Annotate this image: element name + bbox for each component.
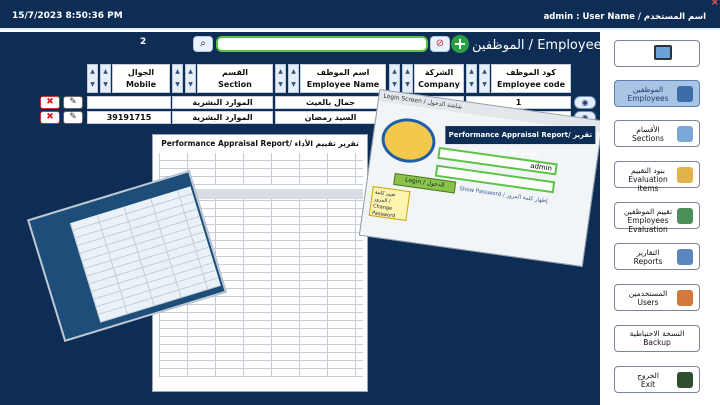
checklist-icon [677, 167, 693, 183]
sort-button[interactable]: ▲ ▼ [100, 64, 111, 93]
sort-button[interactable]: ▲ ▼ [288, 64, 299, 93]
sidebar: الموظفين Employees الأقسام Sections بنود ا… [600, 32, 720, 405]
evaluation-icon [677, 208, 693, 224]
cell-section: الموارد البشرية [172, 96, 273, 109]
sort-button[interactable]: ▲ ▼ [402, 64, 413, 93]
sidebar-item-exit[interactable]: الخروج Exit [614, 366, 700, 393]
sort-button[interactable]: ▲ ▼ [479, 64, 490, 93]
edit-button[interactable]: ✎ [63, 96, 83, 109]
column-header-employee-name[interactable]: اسم الموظف Employee Name [300, 64, 386, 93]
sidebar-item-evaluation-items[interactable]: بنود التقييم Evaluation items [614, 161, 700, 193]
user-name-label: admin : User Name / اسم المستخدم [543, 12, 706, 22]
delete-button[interactable]: ✖ [40, 96, 60, 109]
sort-button[interactable]: ▲ ▼ [275, 64, 286, 93]
sort-button[interactable]: ▲ ▼ [185, 64, 196, 93]
cell-section: الموارد البشرية [172, 111, 273, 124]
login-title: Performance Appraisal Report/ تقرير تقيي… [445, 126, 596, 157]
sort-button[interactable]: ▲ ▼ [389, 64, 400, 93]
search-icon: ⌕ [200, 38, 206, 49]
sort-button[interactable]: ▲ ▼ [466, 64, 477, 93]
cell-employee-name: السيد رمضان [275, 111, 386, 124]
sidebar-item-reports[interactable]: التقارير Reports [614, 243, 700, 270]
handshake-icon [378, 115, 439, 167]
column-header-section[interactable]: القسم Section [197, 64, 273, 93]
employee-icon [677, 86, 693, 102]
sections-icon [677, 126, 693, 142]
clear-icon: ⊘ [435, 38, 445, 49]
eye-icon: ◉ [581, 98, 589, 107]
page-title: الموظفين / Employees [472, 38, 609, 53]
title-bar: 15/7/2023 8:50:36 PM admin : User Name /… [0, 0, 720, 30]
sort-button[interactable]: ▲ ▼ [172, 64, 183, 93]
change-password-button[interactable]: تغيير كلمة المرور / Change Password [368, 186, 411, 222]
datetime-label: 15/7/2023 8:50:36 PM [12, 11, 123, 21]
close-icon[interactable]: × [711, 0, 719, 8]
sidebar-item-dashboard[interactable] [614, 40, 700, 67]
search-button[interactable]: ⌕ [193, 36, 213, 52]
clear-search-button[interactable]: ⊘ [430, 36, 450, 52]
cell-mobile [87, 96, 171, 109]
cell-employee-name: جمال بالغيث [275, 96, 386, 109]
add-employee-button[interactable]: + [451, 35, 469, 53]
sidebar-item-employees[interactable]: الموظفين Employees [614, 80, 700, 107]
column-header-company[interactable]: الشركة Company [414, 64, 464, 93]
view-button[interactable]: ◉ [574, 96, 596, 109]
sort-button[interactable]: ▲ ▼ [87, 64, 98, 93]
login-screen-preview: Login Screen / شاشة الدخول Performance A… [358, 88, 604, 268]
record-count: 2 [140, 37, 147, 47]
edit-button[interactable]: ✎ [63, 111, 83, 124]
reports-icon [677, 249, 693, 265]
exit-icon [677, 372, 693, 388]
pencil-icon: ✎ [69, 97, 77, 107]
delete-button[interactable]: ✖ [40, 111, 60, 124]
monitor-icon [654, 45, 672, 60]
delete-icon: ✖ [46, 112, 54, 122]
plus-icon: + [453, 34, 467, 53]
users-icon [677, 290, 693, 306]
delete-icon: ✖ [46, 97, 54, 107]
sidebar-item-backup[interactable]: النسخة الاحتياطية Backup [614, 325, 700, 352]
cell-mobile: 39191715 [87, 111, 171, 124]
report-title: Performance Appraisal Report/ تقرير تقيي… [161, 139, 359, 148]
sidebar-item-employees-evaluation[interactable]: تقييم الموظفين Employees Evaluation [614, 202, 700, 234]
sidebar-item-sections[interactable]: الأقسام Sections [614, 120, 700, 147]
search-input[interactable] [216, 36, 428, 52]
pencil-icon: ✎ [69, 112, 77, 122]
column-header-mobile[interactable]: الجوال Mobile [112, 64, 170, 93]
sidebar-item-users[interactable]: المستخدمين Users [614, 284, 700, 311]
column-header-employee-code[interactable]: كود الموظف Employee code [491, 64, 571, 93]
